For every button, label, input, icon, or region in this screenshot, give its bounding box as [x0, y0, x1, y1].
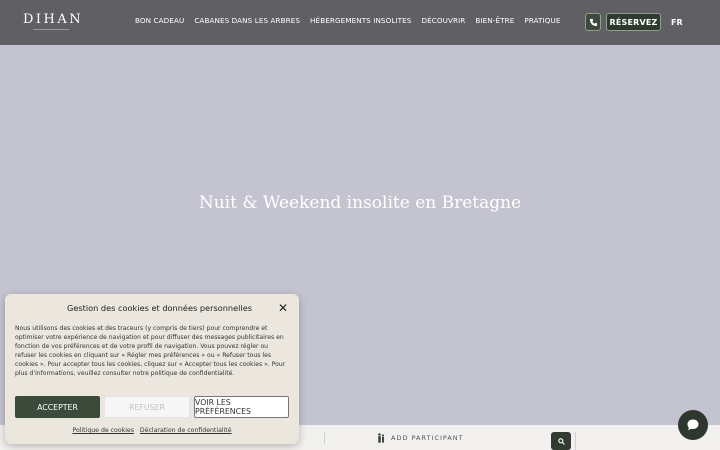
- participant-icon: [378, 433, 385, 443]
- cookie-policy-link[interactable]: Politique de cookies: [72, 427, 134, 434]
- site-header: DIHAN BON CADEAU CABANES DANS LES ARBRES…: [0, 0, 720, 45]
- preferences-button[interactable]: VOIR LES PRÉFÉRENCES: [194, 396, 289, 418]
- nav-item-pratique[interactable]: PRATIQUE: [524, 16, 560, 25]
- hero-title: Nuit & Weekend insolite en Bretagne: [198, 193, 522, 213]
- reserve-button[interactable]: RÉSERVEZ: [606, 13, 661, 31]
- refuse-button[interactable]: REFUSER: [104, 396, 190, 418]
- phone-icon: [589, 18, 597, 26]
- nav-item-decouvrir[interactable]: DÉCOUVRIR: [421, 16, 465, 25]
- phone-button[interactable]: [585, 13, 601, 31]
- cookie-consent-dialog: Gestion des cookies et données personnel…: [5, 294, 299, 444]
- cookie-links: Politique de cookies Déclaration de conf…: [5, 427, 299, 434]
- cookie-description: Nous utilisons des cookies et des traceu…: [15, 325, 286, 378]
- logo[interactable]: DIHAN: [23, 12, 83, 27]
- chat-button[interactable]: [678, 410, 708, 440]
- divider: [575, 432, 576, 450]
- logo-underline: [33, 29, 69, 30]
- search-icon: [557, 437, 565, 445]
- language-selector[interactable]: FR: [671, 18, 683, 27]
- divider: [324, 432, 325, 444]
- chat-icon: [687, 419, 699, 431]
- privacy-statement-link[interactable]: Déclaration de confidentialité: [140, 427, 232, 434]
- nav-item-cabanes[interactable]: CABANES DANS LES ARBRES: [194, 16, 300, 25]
- nav-item-hebergements[interactable]: HÉBERGEMENTS INSOLITES: [310, 16, 411, 25]
- nav-item-bon-cadeau[interactable]: BON CADEAU: [135, 16, 184, 25]
- close-icon[interactable]: ✕: [278, 302, 288, 314]
- accept-button[interactable]: ACCEPTER: [15, 396, 100, 418]
- cookie-title: Gestion des cookies et données personnel…: [67, 303, 252, 313]
- nav-item-bien-etre[interactable]: BIEN-ÊTRE: [475, 16, 514, 25]
- main-nav: BON CADEAU CABANES DANS LES ARBRES HÉBER…: [135, 16, 561, 25]
- add-participant-field[interactable]: ADD PARTICIPANT: [391, 434, 464, 442]
- search-button[interactable]: [551, 432, 571, 450]
